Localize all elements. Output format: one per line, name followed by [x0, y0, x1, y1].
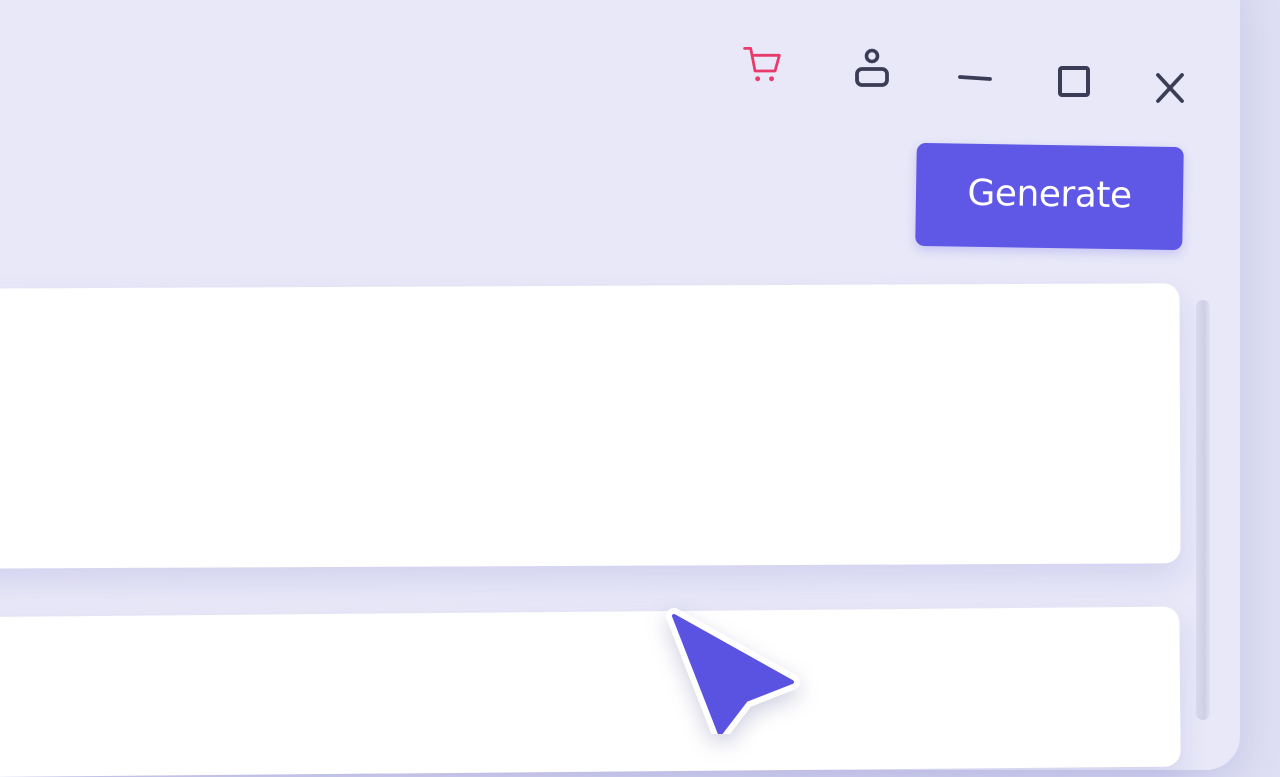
scrollbar[interactable]	[1196, 300, 1210, 720]
minimize-icon	[958, 75, 992, 81]
account-button[interactable]	[852, 48, 892, 90]
maximize-icon	[1058, 66, 1090, 97]
maximize-button[interactable]	[1054, 62, 1094, 102]
content-card	[0, 606, 1181, 777]
content-card	[0, 283, 1181, 569]
generate-button[interactable]: Generate	[915, 142, 1184, 251]
minimize-button[interactable]	[955, 58, 995, 98]
pointer-cursor-icon	[666, 608, 800, 734]
cart-icon	[743, 46, 781, 82]
cart-button[interactable]	[742, 44, 782, 84]
close-icon	[1156, 73, 1184, 103]
user-icon	[855, 48, 889, 87]
close-button[interactable]	[1150, 68, 1190, 108]
